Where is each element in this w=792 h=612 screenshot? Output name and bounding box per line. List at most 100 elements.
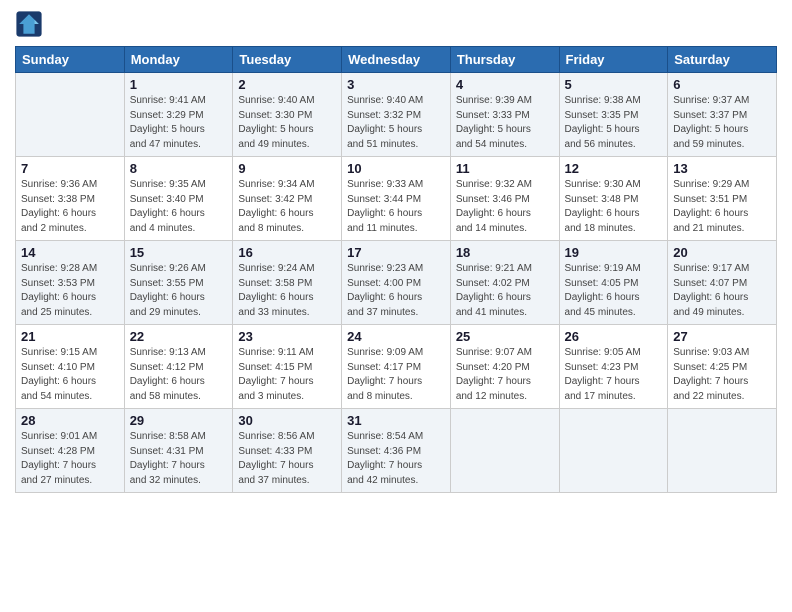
day-number: 4 bbox=[456, 77, 554, 92]
day-number: 14 bbox=[21, 245, 119, 260]
day-number: 6 bbox=[673, 77, 771, 92]
day-number: 11 bbox=[456, 161, 554, 176]
day-info: Sunrise: 9:40 AM Sunset: 3:30 PM Dayligh… bbox=[238, 94, 336, 152]
day-info: Sunrise: 9:21 AM Sunset: 4:02 PM Dayligh… bbox=[456, 262, 554, 320]
day-number: 12 bbox=[565, 161, 663, 176]
day-header-wednesday: Wednesday bbox=[342, 47, 451, 73]
calendar-table: SundayMondayTuesdayWednesdayThursdayFrid… bbox=[15, 46, 777, 493]
day-info: Sunrise: 9:17 AM Sunset: 4:07 PM Dayligh… bbox=[673, 262, 771, 320]
day-info: Sunrise: 9:33 AM Sunset: 3:44 PM Dayligh… bbox=[347, 178, 445, 236]
calendar-cell: 21 Sunrise: 9:15 AM Sunset: 4:10 PM Dayli… bbox=[16, 325, 125, 409]
calendar-cell: 12 Sunrise: 9:30 AM Sunset: 3:48 PM Dayli… bbox=[559, 157, 668, 241]
day-number: 31 bbox=[347, 413, 445, 428]
day-number: 22 bbox=[130, 329, 228, 344]
calendar-cell: 27Sunrise: 9:03 AM Sunset: 4:25 PM Dayli… bbox=[668, 325, 777, 409]
calendar-cell bbox=[668, 409, 777, 493]
day-header-friday: Friday bbox=[559, 47, 668, 73]
calendar-cell: 24 Sunrise: 9:09 AM Sunset: 4:17 PM Dayli… bbox=[342, 325, 451, 409]
header bbox=[15, 10, 777, 38]
day-number: 27 bbox=[673, 329, 771, 344]
calendar-cell: 26 Sunrise: 9:05 AM Sunset: 4:23 PM Dayli… bbox=[559, 325, 668, 409]
day-info: Sunrise: 9:28 AM Sunset: 3:53 PM Dayligh… bbox=[21, 262, 119, 320]
day-info: Sunrise: 9:37 AM Sunset: 3:37 PM Dayligh… bbox=[673, 94, 771, 152]
calendar-cell bbox=[16, 73, 125, 157]
day-info: Sunrise: 9:36 AM Sunset: 3:38 PM Dayligh… bbox=[21, 178, 119, 236]
day-number: 5 bbox=[565, 77, 663, 92]
day-info: Sunrise: 9:32 AM Sunset: 3:46 PM Dayligh… bbox=[456, 178, 554, 236]
day-info: Sunrise: 9:09 AM Sunset: 4:17 PM Dayligh… bbox=[347, 346, 445, 404]
calendar-cell: 31 Sunrise: 8:54 AM Sunset: 4:36 PM Dayli… bbox=[342, 409, 451, 493]
calendar-cell: 25 Sunrise: 9:07 AM Sunset: 4:20 PM Dayli… bbox=[450, 325, 559, 409]
calendar-cell: 20 Sunrise: 9:17 AM Sunset: 4:07 PM Dayli… bbox=[668, 241, 777, 325]
day-number: 7 bbox=[21, 161, 119, 176]
calendar-cell: 15 Sunrise: 9:26 AM Sunset: 3:55 PM Dayli… bbox=[124, 241, 233, 325]
calendar-cell: 11 Sunrise: 9:32 AM Sunset: 3:46 PM Dayli… bbox=[450, 157, 559, 241]
calendar-cell: 18 Sunrise: 9:21 AM Sunset: 4:02 PM Dayli… bbox=[450, 241, 559, 325]
calendar-cell: 2Sunrise: 9:40 AM Sunset: 3:30 PM Daylig… bbox=[233, 73, 342, 157]
calendar-cell: 8Sunrise: 9:35 AM Sunset: 3:40 PM Daylig… bbox=[124, 157, 233, 241]
day-number: 15 bbox=[130, 245, 228, 260]
day-info: Sunrise: 9:13 AM Sunset: 4:12 PM Dayligh… bbox=[130, 346, 228, 404]
day-info: Sunrise: 9:05 AM Sunset: 4:23 PM Dayligh… bbox=[565, 346, 663, 404]
day-number: 16 bbox=[238, 245, 336, 260]
day-number: 17 bbox=[347, 245, 445, 260]
day-number: 29 bbox=[130, 413, 228, 428]
calendar-cell: 16Sunrise: 9:24 AM Sunset: 3:58 PM Dayli… bbox=[233, 241, 342, 325]
day-info: Sunrise: 9:30 AM Sunset: 3:48 PM Dayligh… bbox=[565, 178, 663, 236]
day-header-sunday: Sunday bbox=[16, 47, 125, 73]
calendar-cell: 23 Sunrise: 9:11 AM Sunset: 4:15 PM Dayli… bbox=[233, 325, 342, 409]
day-info: Sunrise: 9:11 AM Sunset: 4:15 PM Dayligh… bbox=[238, 346, 336, 404]
day-info: Sunrise: 9:34 AM Sunset: 3:42 PM Dayligh… bbox=[238, 178, 336, 236]
day-number: 20 bbox=[673, 245, 771, 260]
calendar-cell: 7 Sunrise: 9:36 AM Sunset: 3:38 PM Daylig… bbox=[16, 157, 125, 241]
calendar-cell: 4 Sunrise: 9:39 AM Sunset: 3:33 PM Daylig… bbox=[450, 73, 559, 157]
day-info: Sunrise: 9:07 AM Sunset: 4:20 PM Dayligh… bbox=[456, 346, 554, 404]
calendar-cell: 17Sunrise: 9:23 AM Sunset: 4:00 PM Dayli… bbox=[342, 241, 451, 325]
day-number: 13 bbox=[673, 161, 771, 176]
week-row-2: 7 Sunrise: 9:36 AM Sunset: 3:38 PM Daylig… bbox=[16, 157, 777, 241]
day-number: 8 bbox=[130, 161, 228, 176]
day-header-tuesday: Tuesday bbox=[233, 47, 342, 73]
day-info: Sunrise: 9:39 AM Sunset: 3:33 PM Dayligh… bbox=[456, 94, 554, 152]
calendar-cell: 10Sunrise: 9:33 AM Sunset: 3:44 PM Dayli… bbox=[342, 157, 451, 241]
week-row-1: 1Sunrise: 9:41 AM Sunset: 3:29 PM Daylig… bbox=[16, 73, 777, 157]
day-header-thursday: Thursday bbox=[450, 47, 559, 73]
day-number: 18 bbox=[456, 245, 554, 260]
day-number: 19 bbox=[565, 245, 663, 260]
calendar-cell: 13Sunrise: 9:29 AM Sunset: 3:51 PM Dayli… bbox=[668, 157, 777, 241]
day-number: 25 bbox=[456, 329, 554, 344]
page: SundayMondayTuesdayWednesdayThursdayFrid… bbox=[0, 0, 792, 612]
calendar-cell bbox=[559, 409, 668, 493]
day-number: 26 bbox=[565, 329, 663, 344]
day-info: Sunrise: 9:38 AM Sunset: 3:35 PM Dayligh… bbox=[565, 94, 663, 152]
day-info: Sunrise: 9:19 AM Sunset: 4:05 PM Dayligh… bbox=[565, 262, 663, 320]
day-header-monday: Monday bbox=[124, 47, 233, 73]
day-info: Sunrise: 9:26 AM Sunset: 3:55 PM Dayligh… bbox=[130, 262, 228, 320]
calendar-cell: 30 Sunrise: 8:56 AM Sunset: 4:33 PM Dayli… bbox=[233, 409, 342, 493]
header-row: SundayMondayTuesdayWednesdayThursdayFrid… bbox=[16, 47, 777, 73]
week-row-4: 21 Sunrise: 9:15 AM Sunset: 4:10 PM Dayli… bbox=[16, 325, 777, 409]
day-number: 23 bbox=[238, 329, 336, 344]
day-info: Sunrise: 8:58 AM Sunset: 4:31 PM Dayligh… bbox=[130, 430, 228, 488]
week-row-3: 14 Sunrise: 9:28 AM Sunset: 3:53 PM Dayli… bbox=[16, 241, 777, 325]
calendar-cell: 9Sunrise: 9:34 AM Sunset: 3:42 PM Daylig… bbox=[233, 157, 342, 241]
day-number: 3 bbox=[347, 77, 445, 92]
day-info: Sunrise: 8:54 AM Sunset: 4:36 PM Dayligh… bbox=[347, 430, 445, 488]
week-row-5: 28Sunrise: 9:01 AM Sunset: 4:28 PM Dayli… bbox=[16, 409, 777, 493]
calendar-cell: 1Sunrise: 9:41 AM Sunset: 3:29 PM Daylig… bbox=[124, 73, 233, 157]
calendar-cell: 29 Sunrise: 8:58 AM Sunset: 4:31 PM Dayli… bbox=[124, 409, 233, 493]
day-info: Sunrise: 8:56 AM Sunset: 4:33 PM Dayligh… bbox=[238, 430, 336, 488]
logo-icon bbox=[15, 10, 43, 38]
day-number: 1 bbox=[130, 77, 228, 92]
calendar-cell: 28Sunrise: 9:01 AM Sunset: 4:28 PM Dayli… bbox=[16, 409, 125, 493]
calendar-cell: 22 Sunrise: 9:13 AM Sunset: 4:12 PM Dayli… bbox=[124, 325, 233, 409]
calendar-cell: 6 Sunrise: 9:37 AM Sunset: 3:37 PM Daylig… bbox=[668, 73, 777, 157]
day-number: 30 bbox=[238, 413, 336, 428]
day-number: 24 bbox=[347, 329, 445, 344]
day-number: 21 bbox=[21, 329, 119, 344]
calendar-cell: 14 Sunrise: 9:28 AM Sunset: 3:53 PM Dayli… bbox=[16, 241, 125, 325]
calendar-cell: 5 Sunrise: 9:38 AM Sunset: 3:35 PM Daylig… bbox=[559, 73, 668, 157]
day-info: Sunrise: 9:15 AM Sunset: 4:10 PM Dayligh… bbox=[21, 346, 119, 404]
day-header-saturday: Saturday bbox=[668, 47, 777, 73]
calendar-cell: 19 Sunrise: 9:19 AM Sunset: 4:05 PM Dayli… bbox=[559, 241, 668, 325]
